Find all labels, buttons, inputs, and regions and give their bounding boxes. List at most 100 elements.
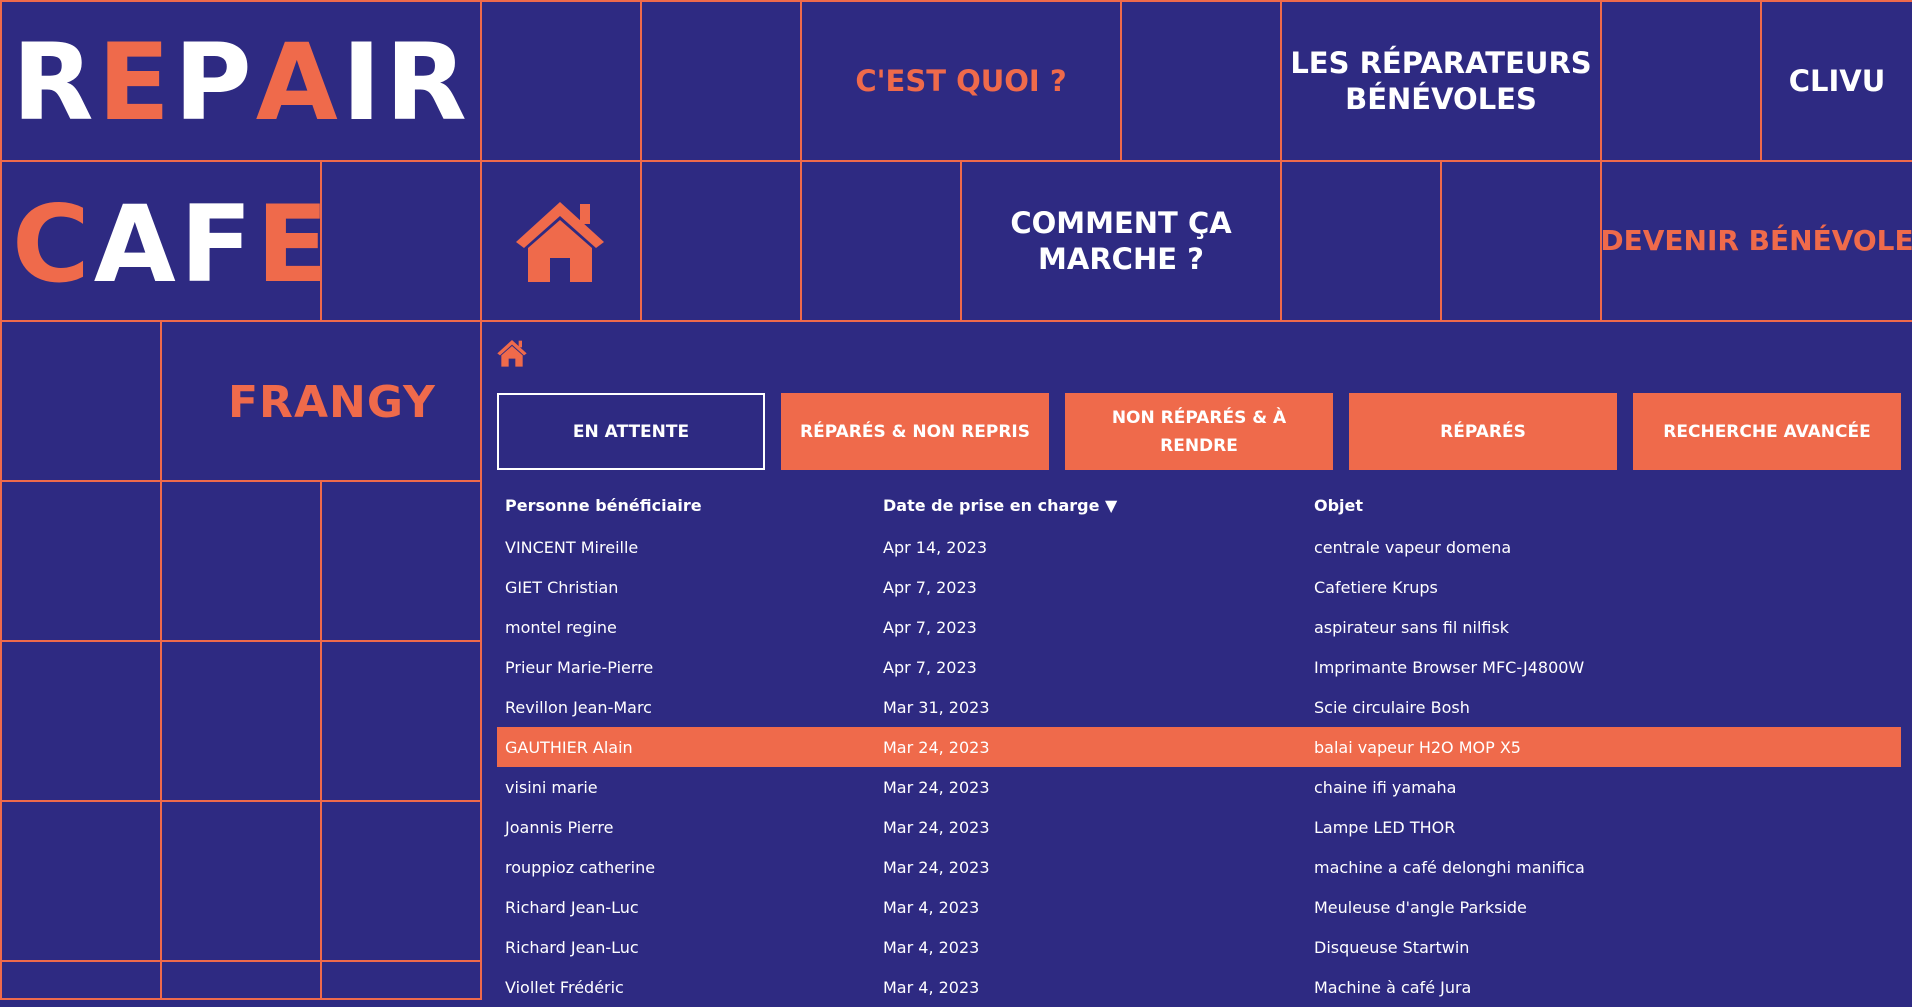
table-row[interactable]: GIET Christian Apr 7, 2023 Cafetiere Krups bbox=[497, 567, 1901, 607]
logo-letter: I bbox=[341, 21, 386, 144]
logo-letter: E bbox=[97, 21, 175, 144]
house-icon[interactable] bbox=[496, 338, 528, 368]
grid-cell bbox=[0, 640, 162, 802]
grid-cell bbox=[1440, 160, 1602, 322]
tab-en-attente[interactable]: EN ATTENTE bbox=[497, 393, 765, 470]
cell-beneficiaire: montel regine bbox=[505, 618, 617, 637]
logo-letter: R bbox=[385, 21, 471, 144]
table-row[interactable]: VINCENT Mireille Apr 14, 2023 centrale vap… bbox=[497, 527, 1901, 567]
cell-beneficiaire: Prieur Marie-Pierre bbox=[505, 658, 654, 677]
table-row[interactable]: Viollet Frédéric Mar 4, 2023 Machine à caf… bbox=[497, 967, 1901, 1007]
nav-comment-label-1: COMMENT ÇA bbox=[1010, 206, 1232, 240]
grid-cell bbox=[160, 480, 322, 642]
cell-objet: Cafetiere Krups bbox=[1314, 578, 1438, 597]
location-name: FRANGY bbox=[228, 377, 436, 428]
cell-beneficiaire: rouppioz catherine bbox=[505, 858, 656, 877]
logo-letter: C bbox=[12, 183, 94, 306]
column-header-date[interactable]: Date de prise en charge ▼ bbox=[883, 496, 1117, 515]
tab-repares-label: RÉPARÉS bbox=[1440, 421, 1526, 442]
cell-beneficiaire: GIET Christian bbox=[505, 578, 619, 597]
logo-letter: R bbox=[12, 21, 98, 144]
grid-cell bbox=[1280, 160, 1442, 322]
cell-objet: Machine à café Jura bbox=[1314, 978, 1472, 997]
table-row[interactable]: Richard Jean-Luc Mar 4, 2023 Disqueuse Sta… bbox=[497, 927, 1901, 967]
grid-cell bbox=[0, 800, 162, 962]
cell-objet: Disqueuse Startwin bbox=[1314, 938, 1470, 957]
tab-en-attente-label: EN ATTENTE bbox=[572, 421, 690, 442]
grid-cell bbox=[320, 640, 482, 802]
grid-cell bbox=[0, 480, 162, 642]
nav-cest-quoi[interactable]: C'EST QUOI ? bbox=[800, 0, 1122, 162]
table-row[interactable]: Richard Jean-Luc Mar 4, 2023 Meuleuse d'an… bbox=[497, 887, 1901, 927]
nav-reparateurs[interactable]: LES RÉPARATEURS BÉNÉVOLES bbox=[1280, 0, 1602, 162]
cell-objet: machine a café delonghi manifica bbox=[1314, 858, 1585, 877]
cell-beneficiaire: Richard Jean-Luc bbox=[505, 938, 639, 957]
column-header-beneficiaire[interactable]: Personne bénéficiaire bbox=[505, 496, 702, 515]
tab-repares-non-repris-label: RÉPARÉS & NON REPRIS bbox=[799, 421, 1030, 442]
table-row[interactable]: visini marie Mar 24, 2023 chaine ifi yamah… bbox=[497, 767, 1901, 807]
tab-repares[interactable]: RÉPARÉS bbox=[1349, 393, 1617, 470]
table-row[interactable]: Joannis Pierre Mar 24, 2023 Lampe LED THOR bbox=[497, 807, 1901, 847]
grid-cell bbox=[640, 160, 802, 322]
table-row[interactable]: Prieur Marie-Pierre Apr 7, 2023 Imprimante… bbox=[497, 647, 1901, 687]
logo-repair[interactable]: REPAIR bbox=[12, 30, 471, 136]
logo-letter: P bbox=[174, 21, 256, 144]
cell-beneficiaire: Revillon Jean-Marc bbox=[505, 698, 652, 717]
tab-non-repares-a-rendre[interactable]: NON RÉPARÉS & À RENDRE bbox=[1065, 393, 1333, 470]
cell-objet: Meuleuse d'angle Parkside bbox=[1314, 898, 1527, 917]
cell-objet: aspirateur sans fil nilfisk bbox=[1314, 618, 1510, 637]
table-row[interactable]: montel regine Apr 7, 2023 aspirateur sans … bbox=[497, 607, 1901, 647]
nav-reparateurs-label-2: BÉNÉVOLES bbox=[1345, 82, 1537, 116]
cell-date: Apr 7, 2023 bbox=[883, 658, 977, 677]
cell-date: Mar 24, 2023 bbox=[883, 818, 990, 837]
nav-devenir-label: DEVENIR BÉNÉVOLE bbox=[1600, 224, 1912, 257]
grid-cell bbox=[1120, 0, 1282, 162]
table-row[interactable]: Revillon Jean-Marc Mar 31, 2023 Scie circu… bbox=[497, 687, 1901, 727]
tab-recherche-avancee-label: RECHERCHE AVANCÉE bbox=[1663, 421, 1871, 442]
grid-cell bbox=[320, 160, 482, 322]
grid-cell bbox=[320, 480, 482, 642]
cell-objet: Lampe LED THOR bbox=[1314, 818, 1456, 837]
cell-date: Mar 24, 2023 bbox=[883, 858, 990, 877]
nav-clivu-label: CLIVU bbox=[1788, 64, 1886, 98]
tab-repares-non-repris[interactable]: RÉPARÉS & NON REPRIS bbox=[781, 393, 1049, 470]
cell-beneficiaire: Richard Jean-Luc bbox=[505, 898, 639, 917]
logo-letter: E bbox=[256, 183, 333, 306]
grid-cell bbox=[800, 160, 962, 322]
cell-beneficiaire: Viollet Frédéric bbox=[505, 978, 624, 997]
cell-date: Apr 7, 2023 bbox=[883, 578, 977, 597]
cell-date: Mar 4, 2023 bbox=[883, 898, 980, 917]
cell-beneficiaire: Joannis Pierre bbox=[505, 818, 614, 837]
grid-cell bbox=[640, 0, 802, 162]
cell-beneficiaire: VINCENT Mireille bbox=[505, 538, 639, 557]
table-row[interactable]: GAUTHIER Alain Mar 24, 2023 balai vapeur H… bbox=[497, 727, 1901, 767]
house-icon[interactable] bbox=[512, 198, 608, 284]
cell-objet: Imprimante Browser MFC-J4800W bbox=[1314, 658, 1585, 677]
logo-letter: A bbox=[93, 183, 180, 306]
logo-letter: F bbox=[179, 183, 257, 306]
nav-devenir[interactable]: DEVENIR BÉNÉVOLE bbox=[1600, 160, 1912, 322]
cell-date: Mar 31, 2023 bbox=[883, 698, 990, 717]
cell-beneficiaire: GAUTHIER Alain bbox=[505, 738, 633, 757]
nav-comment-label-2: MARCHE ? bbox=[1038, 242, 1204, 276]
table-row[interactable]: rouppioz catherine Mar 24, 2023 machine a … bbox=[497, 847, 1901, 887]
grid-cell bbox=[320, 960, 482, 1000]
grid-cell bbox=[1600, 0, 1762, 162]
cell-objet: balai vapeur H2O MOP X5 bbox=[1314, 738, 1521, 757]
cell-date: Mar 24, 2023 bbox=[883, 778, 990, 797]
cell-date: Apr 14, 2023 bbox=[883, 538, 988, 557]
nav-clivu[interactable]: CLIVU bbox=[1760, 0, 1912, 162]
cell-date: Apr 7, 2023 bbox=[883, 618, 977, 637]
cell-objet: Scie circulaire Bosh bbox=[1314, 698, 1470, 717]
column-header-objet[interactable]: Objet bbox=[1314, 496, 1363, 515]
tab-recherche-avancee[interactable]: RECHERCHE AVANCÉE bbox=[1633, 393, 1901, 470]
nav-comment[interactable]: COMMENT ÇA MARCHE ? bbox=[960, 160, 1282, 322]
nav-cest-quoi-label: C'EST QUOI ? bbox=[855, 64, 1067, 98]
logo-letter: A bbox=[255, 21, 342, 144]
grid-cell bbox=[0, 960, 162, 1000]
logo-cafe[interactable]: CAFE bbox=[12, 192, 333, 298]
cell-objet: centrale vapeur domena bbox=[1314, 538, 1512, 557]
cell-date: Mar 4, 2023 bbox=[883, 938, 980, 957]
grid-cell bbox=[160, 960, 322, 1000]
grid-cell bbox=[160, 800, 322, 962]
